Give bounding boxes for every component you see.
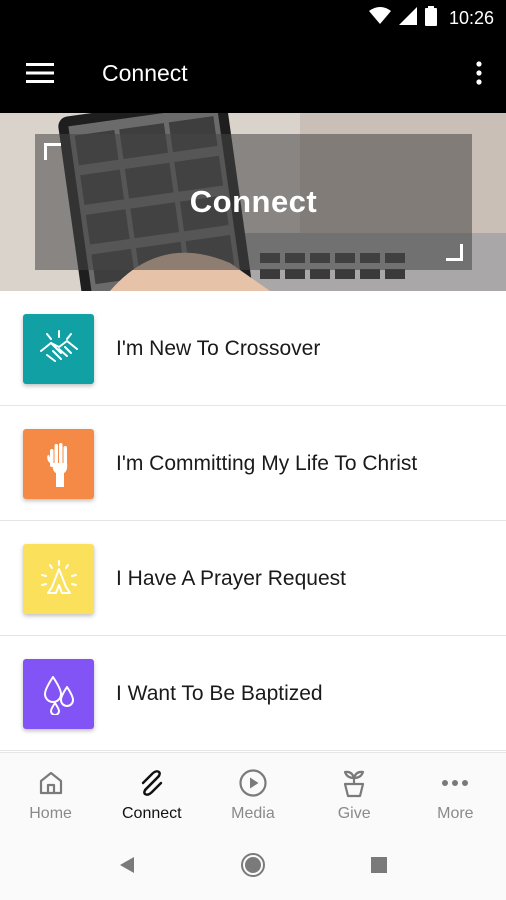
tab-connect-label: Connect <box>121 805 182 822</box>
tab-more-label: More <box>437 805 474 822</box>
tab-home-label: Home <box>29 805 72 822</box>
back-icon <box>118 855 136 880</box>
list-item-baptized[interactable]: I Want To Be Baptized <box>0 636 506 751</box>
play-circle-icon <box>237 767 269 799</box>
battery-icon <box>424 5 437 31</box>
tab-give[interactable]: Give <box>304 753 405 833</box>
home-icon <box>35 767 67 799</box>
tab-media-label: Media <box>231 805 275 822</box>
overflow-menu-button[interactable] <box>466 56 492 94</box>
status-bar: 10:26 <box>0 0 506 36</box>
list-item-label: I'm New To Crossover <box>116 337 321 360</box>
tab-home[interactable]: Home <box>0 753 101 833</box>
home-system-button[interactable] <box>238 852 268 882</box>
water-drops-icon <box>23 659 94 729</box>
hero-overlay: Connect <box>35 134 472 270</box>
corner-bracket-bottom-right <box>446 244 463 261</box>
list-item-committing-life[interactable]: I'm Committing My Life To Christ <box>0 406 506 521</box>
recents-icon <box>370 856 388 879</box>
hero-banner: Connect <box>0 113 506 291</box>
tab-connect[interactable]: Connect <box>101 753 202 833</box>
hero-title: Connect <box>189 184 318 219</box>
system-nav-bar <box>0 832 506 900</box>
more-horiz-icon <box>439 767 471 799</box>
status-icons: 10:26 <box>368 5 494 31</box>
connect-icon <box>136 767 168 799</box>
list-item-prayer-request[interactable]: I Have A Prayer Request <box>0 521 506 636</box>
menu-button[interactable] <box>14 58 66 92</box>
list-item-label: I Have A Prayer Request <box>116 567 346 590</box>
tab-media[interactable]: Media <box>202 753 303 833</box>
more-vert-icon <box>476 60 482 90</box>
bottom-nav: Home Connect Media Give More <box>0 752 506 832</box>
status-time: 10:26 <box>448 7 494 28</box>
page-title: Connect <box>102 60 188 86</box>
tab-give-label: Give <box>337 805 371 822</box>
recents-button[interactable] <box>364 852 394 882</box>
signal-icon <box>398 6 417 30</box>
list-item-label: I'm Committing My Life To Christ <box>116 452 418 475</box>
hamburger-menu-icon <box>26 62 54 88</box>
app-bar: Connect <box>0 36 506 113</box>
corner-bracket-top-left <box>44 143 61 160</box>
plant-icon <box>338 767 370 799</box>
handshake-icon <box>23 314 94 384</box>
list-item-label: I Want To Be Baptized <box>116 682 323 705</box>
wifi-icon <box>368 6 391 30</box>
connect-list: I'm New To Crossover I'm Committing My L… <box>0 291 506 751</box>
raised-hand-icon <box>23 429 94 499</box>
praying-hands-icon <box>23 544 94 614</box>
home-circle-icon <box>240 852 266 883</box>
tab-more[interactable]: More <box>405 753 506 833</box>
list-item-new-to-crossover[interactable]: I'm New To Crossover <box>0 291 506 406</box>
back-button[interactable] <box>112 852 142 882</box>
